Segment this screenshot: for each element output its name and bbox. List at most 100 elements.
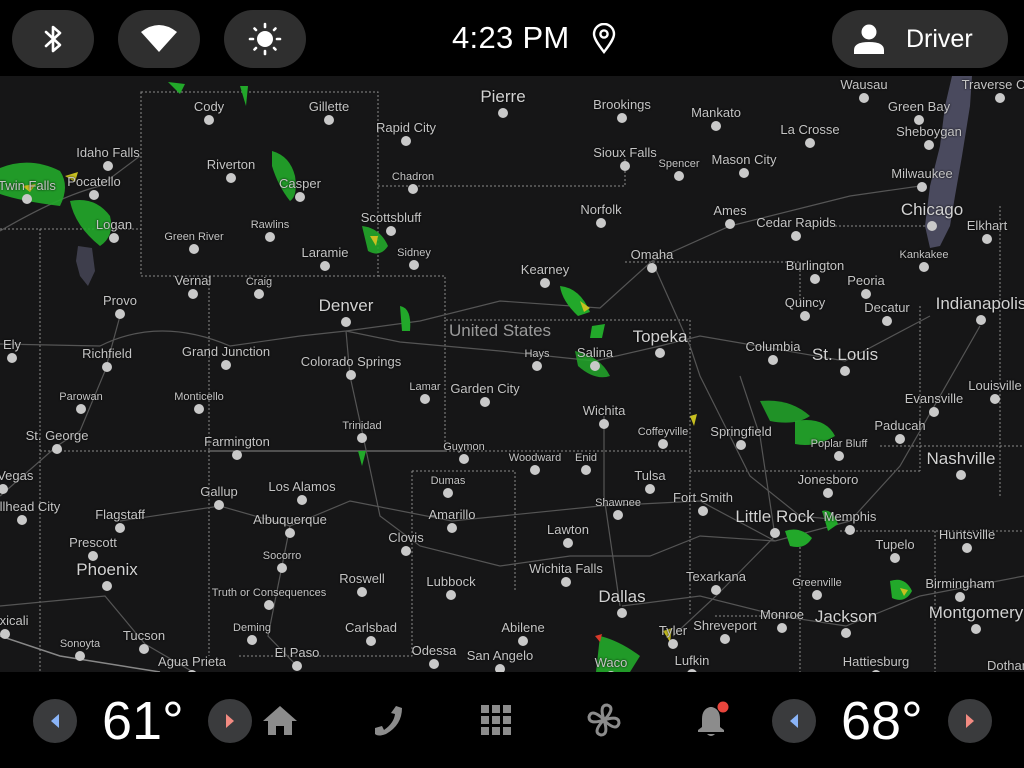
city-marker[interactable] (613, 510, 623, 520)
city-marker[interactable] (285, 528, 295, 538)
city-marker[interactable] (540, 278, 550, 288)
city-marker[interactable] (927, 221, 937, 231)
city-marker[interactable] (800, 311, 810, 321)
city-marker[interactable] (617, 608, 627, 618)
city-marker[interactable] (277, 563, 287, 573)
city-marker[interactable] (645, 484, 655, 494)
city-marker[interactable] (7, 353, 17, 363)
city-marker[interactable] (22, 194, 32, 204)
passenger-temp-increase-button[interactable] (948, 699, 992, 743)
city-marker[interactable] (102, 581, 112, 591)
city-marker[interactable] (254, 289, 264, 299)
city-marker[interactable] (102, 362, 112, 372)
profile-button[interactable]: Driver (832, 10, 1008, 68)
city-marker[interactable] (189, 244, 199, 254)
driver-temp-decrease-button[interactable] (33, 699, 77, 743)
city-marker[interactable] (366, 636, 376, 646)
city-marker[interactable] (739, 168, 749, 178)
city-marker[interactable] (895, 434, 905, 444)
weather-radar-map[interactable]: Cody Gillette Pierre Brookings Mankato Wausau… (0, 76, 1024, 672)
city-marker[interactable] (324, 115, 334, 125)
city-marker[interactable] (861, 289, 871, 299)
city-marker[interactable] (674, 171, 684, 181)
city-marker[interactable] (401, 546, 411, 556)
city-marker[interactable] (845, 525, 855, 535)
city-marker[interactable] (341, 317, 351, 327)
city-marker[interactable] (518, 636, 528, 646)
city-marker[interactable] (929, 407, 939, 417)
city-marker[interactable] (386, 226, 396, 236)
city-marker[interactable] (443, 488, 453, 498)
wifi-toggle[interactable] (118, 10, 200, 68)
city-marker[interactable] (429, 659, 439, 669)
city-marker[interactable] (76, 404, 86, 414)
city-marker[interactable] (768, 355, 778, 365)
city-marker[interactable] (409, 260, 419, 270)
city-marker[interactable] (982, 234, 992, 244)
city-marker[interactable] (777, 623, 787, 633)
city-marker[interactable] (810, 274, 820, 284)
city-marker[interactable] (581, 465, 591, 475)
fan-button[interactable] (584, 700, 624, 740)
location-pin-icon[interactable] (591, 23, 617, 55)
city-marker[interactable] (962, 543, 972, 553)
city-marker[interactable] (420, 394, 430, 404)
city-marker[interactable] (859, 93, 869, 103)
city-marker[interactable] (620, 161, 630, 171)
city-marker[interactable] (459, 454, 469, 464)
city-marker[interactable] (840, 366, 850, 376)
city-marker[interactable] (214, 500, 224, 510)
city-marker[interactable] (924, 140, 934, 150)
city-marker[interactable] (115, 523, 125, 533)
city-marker[interactable] (139, 644, 149, 654)
city-marker[interactable] (232, 450, 242, 460)
city-marker[interactable] (480, 397, 490, 407)
city-marker[interactable] (617, 113, 627, 123)
city-marker[interactable] (698, 506, 708, 516)
passenger-temp-decrease-button[interactable] (772, 699, 816, 743)
city-marker[interactable] (221, 360, 231, 370)
city-marker[interactable] (495, 664, 505, 672)
city-marker[interactable] (446, 590, 456, 600)
city-marker[interactable] (109, 233, 119, 243)
city-marker[interactable] (52, 444, 62, 454)
bluetooth-toggle[interactable] (12, 10, 94, 68)
city-marker[interactable] (346, 370, 356, 380)
city-marker[interactable] (532, 361, 542, 371)
city-marker[interactable] (658, 439, 668, 449)
city-marker[interactable] (563, 538, 573, 548)
city-marker[interactable] (823, 488, 833, 498)
city-marker[interactable] (188, 289, 198, 299)
city-marker[interactable] (834, 451, 844, 461)
city-marker[interactable] (295, 192, 305, 202)
city-marker[interactable] (736, 440, 746, 450)
city-marker[interactable] (955, 592, 965, 602)
city-marker[interactable] (498, 108, 508, 118)
city-marker[interactable] (17, 515, 27, 525)
city-marker[interactable] (204, 115, 214, 125)
city-marker[interactable] (320, 261, 330, 271)
city-marker[interactable] (812, 590, 822, 600)
city-marker[interactable] (976, 315, 986, 325)
brightness-toggle[interactable] (224, 10, 306, 68)
city-marker[interactable] (447, 523, 457, 533)
city-marker[interactable] (408, 184, 418, 194)
city-marker[interactable] (75, 651, 85, 661)
city-marker[interactable] (647, 263, 657, 273)
city-marker[interactable] (668, 639, 678, 649)
city-marker[interactable] (711, 585, 721, 595)
city-marker[interactable] (971, 624, 981, 634)
city-marker[interactable] (357, 587, 367, 597)
city-marker[interactable] (882, 316, 892, 326)
city-marker[interactable] (917, 182, 927, 192)
city-marker[interactable] (890, 553, 900, 563)
phone-button[interactable] (368, 700, 408, 740)
city-marker[interactable] (297, 495, 307, 505)
city-marker[interactable] (805, 138, 815, 148)
city-marker[interactable] (770, 528, 780, 538)
city-marker[interactable] (401, 136, 411, 146)
city-marker[interactable] (264, 600, 274, 610)
city-marker[interactable] (561, 577, 571, 587)
city-marker[interactable] (0, 629, 10, 639)
city-marker[interactable] (247, 635, 257, 645)
